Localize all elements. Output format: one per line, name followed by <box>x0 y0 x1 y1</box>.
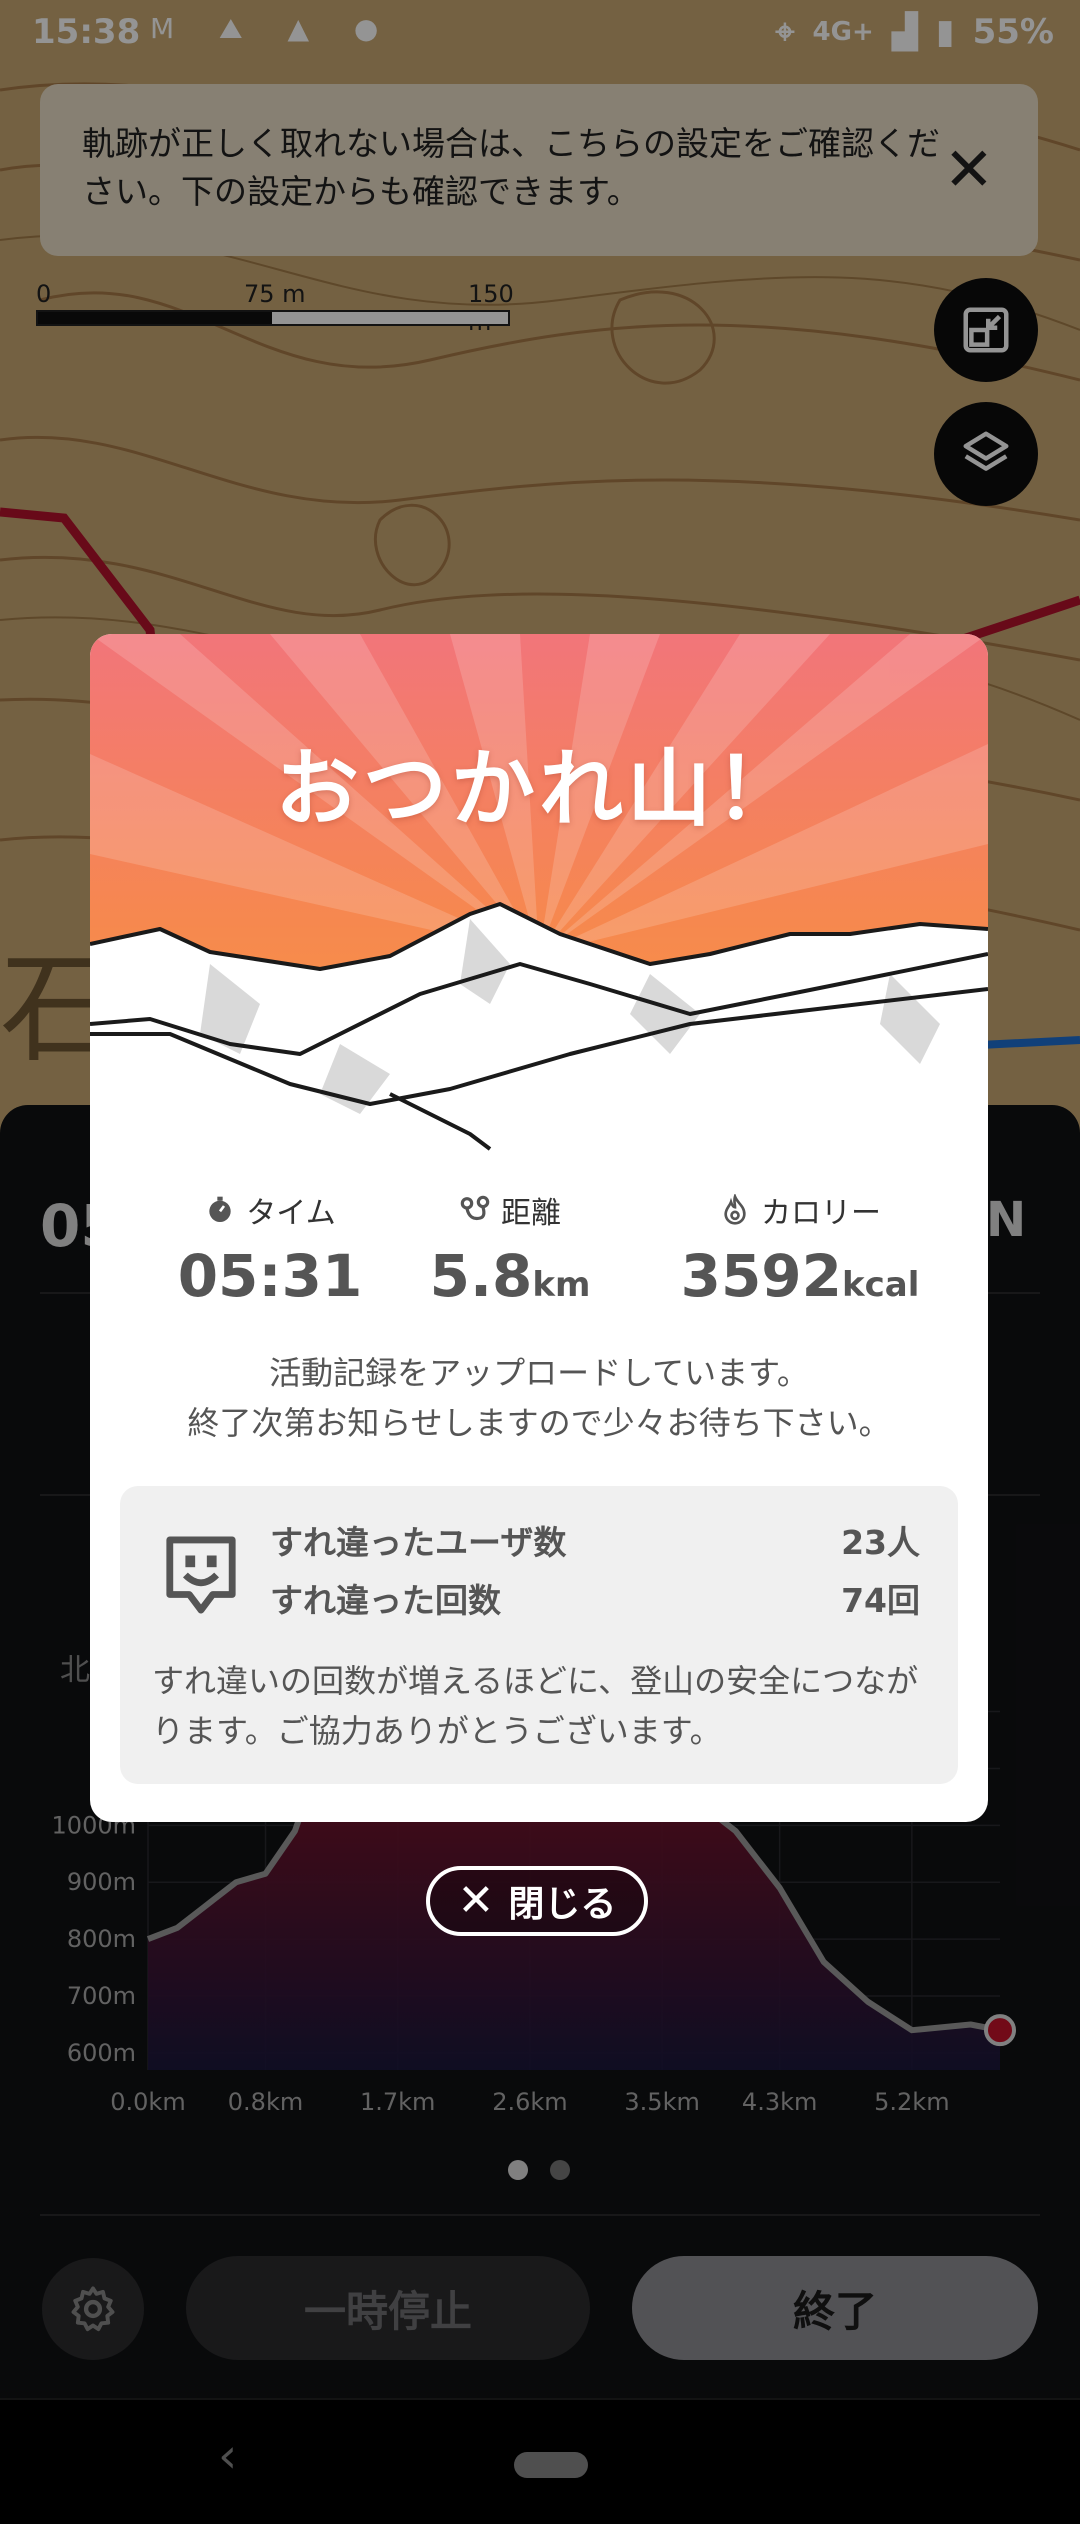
encounter-count-value: 74回 <box>841 1581 920 1620</box>
close-icon: ✕ <box>457 1875 495 1926</box>
upload-msg-line-1: 活動記録をアップロードしています。 <box>269 1354 809 1392</box>
stat-calories: カロリー 3592kcal <box>630 1188 970 1310</box>
stat-distance-value: 5.8 <box>429 1242 533 1310</box>
mountain-illustration <box>90 634 988 1154</box>
stat-distance: 距離 5.8km <box>370 1188 650 1310</box>
upload-status-message: 活動記録をアップロードしています。 終了次第お知らせしますので少々お待ち下さい。 <box>90 1348 988 1448</box>
stat-calories-label: カロリー <box>761 1196 881 1231</box>
encounter-users-row: すれ違ったユーザ数 23人 <box>270 1516 920 1564</box>
stat-distance-label: 距離 <box>501 1196 561 1231</box>
encounter-summary: すれ違ったユーザ数 23人 すれ違った回数 74回 すれ違いの回数が増えるほどに… <box>120 1486 958 1784</box>
stat-distance-unit: km <box>532 1265 591 1305</box>
encounter-count-row: すれ違った回数 74回 <box>270 1574 920 1622</box>
flame-icon <box>724 1194 746 1225</box>
encounter-note: すれ違いの回数が増えるほどに、登山の安全につながります。ご協力ありがとうございま… <box>152 1662 919 1750</box>
stopwatch-icon <box>209 1196 231 1222</box>
stat-time-label: タイム <box>246 1196 336 1231</box>
stat-calories-unit: kcal <box>842 1265 920 1305</box>
close-dialog-button[interactable]: ✕ 閉じる <box>426 1866 648 1936</box>
dialog-title: おつかれ山！ <box>274 740 803 838</box>
encounter-face-icon <box>166 1536 236 1614</box>
encounter-users-value: 23人 <box>841 1523 920 1562</box>
stat-time-value: 05:31 <box>177 1242 363 1310</box>
route-icon <box>460 1195 490 1221</box>
activity-stats: タイム 05:31 距離 5.8km カロリー 3592kcal <box>90 1188 988 1328</box>
stat-time: タイム 05:31 <box>130 1188 410 1310</box>
stat-calories-value: 3592 <box>680 1242 843 1310</box>
encounter-users-label: すれ違ったユーザ数 <box>270 1523 567 1562</box>
summit-complete-dialog: おつかれ山！ タイム 05:31 距離 5.8km カロリー 3592kcal … <box>90 634 988 1822</box>
encounter-count-label: すれ違った回数 <box>270 1581 501 1620</box>
close-dialog-label: 閉じる <box>508 1884 617 1925</box>
upload-msg-line-2: 終了次第お知らせしますので少々お待ち下さい。 <box>187 1404 891 1442</box>
